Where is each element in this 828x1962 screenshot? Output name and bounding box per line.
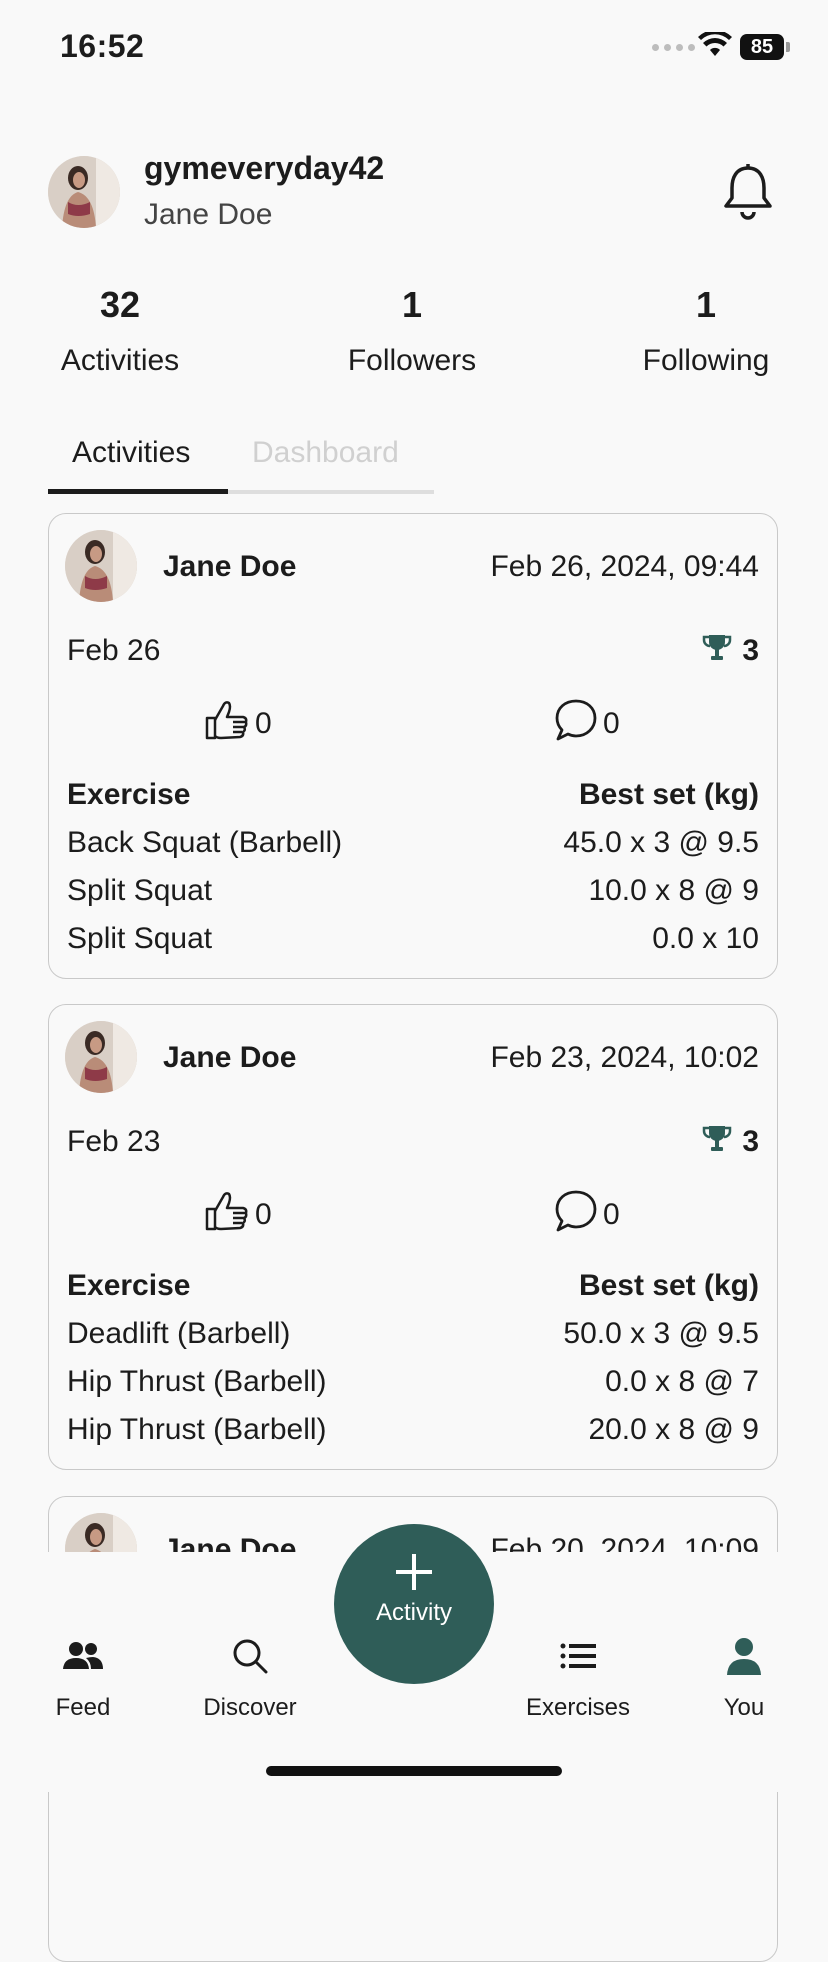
card-trophies: 3: [702, 1123, 759, 1161]
nav-discover[interactable]: Discover: [180, 1632, 320, 1722]
best-set-column-header: Best set (kg): [578, 778, 759, 811]
like-count: 0: [255, 1198, 272, 1231]
best-set: 0.0 x 8 @ 7: [605, 1365, 759, 1398]
like-count: 0: [255, 707, 272, 740]
people-icon: [13, 1632, 153, 1680]
stat-followers-label: Followers: [347, 344, 477, 377]
stat-following-label: Following: [642, 344, 770, 377]
exercise-name: Deadlift (Barbell): [67, 1317, 291, 1350]
exercise-name: Split Squat: [67, 922, 213, 955]
exercise-row: Hip Thrust (Barbell) 20.0 x 8 @ 9: [67, 1413, 759, 1447]
card-timestamp: Feb 23, 2024, 10:02: [490, 1041, 759, 1074]
stat-following-value: 1: [695, 284, 717, 325]
comment-count: 0: [603, 707, 620, 740]
stat-followers[interactable]: 1 Followers: [302, 284, 522, 378]
card-trophies: 3: [702, 632, 759, 670]
profile-display-name: Jane Doe: [144, 198, 273, 231]
battery-indicator: 85: [740, 34, 784, 60]
card-title: Feb 26: [67, 634, 161, 667]
nav-you[interactable]: You: [674, 1632, 814, 1722]
nav-you-label: You: [723, 1694, 765, 1721]
exercise-name: Hip Thrust (Barbell): [67, 1413, 327, 1446]
exercise-name: Split Squat: [67, 874, 213, 907]
nav-exercises[interactable]: Exercises: [508, 1632, 648, 1722]
comment-bubble-icon: [553, 698, 599, 750]
stat-followers-value: 1: [401, 284, 423, 325]
tab-active-indicator: [48, 489, 228, 494]
card-avatar[interactable]: [65, 1021, 137, 1093]
trophy-count: 3: [742, 634, 759, 667]
card-author-name[interactable]: Jane Doe: [163, 550, 296, 584]
comment-button[interactable]: 0: [553, 698, 620, 750]
cellular-signal-icon: [652, 44, 695, 51]
nav-feed[interactable]: Feed: [13, 1632, 153, 1722]
exercise-row: Back Squat (Barbell) 45.0 x 3 @ 9.5: [67, 826, 759, 860]
activity-card[interactable]: Jane Doe Feb 26, 2024, 09:44 Feb 26 3 0 …: [48, 513, 778, 979]
tab-activities[interactable]: Activities: [72, 436, 190, 470]
best-set: 20.0 x 8 @ 9: [588, 1413, 759, 1446]
comment-button[interactable]: 0: [553, 1189, 620, 1241]
best-set: 10.0 x 8 @ 9: [588, 874, 759, 907]
exercise-row: Deadlift (Barbell) 50.0 x 3 @ 9.5: [67, 1317, 759, 1351]
exercise-name: Hip Thrust (Barbell): [67, 1365, 327, 1398]
thumbs-up-icon: [203, 1189, 251, 1241]
profile-username: gymeveryday42: [144, 150, 385, 186]
card-author-name[interactable]: Jane Doe: [163, 1041, 296, 1075]
card-avatar[interactable]: [65, 530, 137, 602]
comment-bubble-icon: [553, 1189, 599, 1241]
add-activity-button[interactable]: Activity: [334, 1524, 494, 1684]
add-activity-label: Activity: [375, 1599, 452, 1626]
like-button[interactable]: 0: [203, 1189, 272, 1241]
card-timestamp: Feb 26, 2024, 09:44: [490, 550, 759, 583]
best-set-column-header: Best set (kg): [578, 1269, 759, 1302]
nav-discover-label: Discover: [203, 1694, 297, 1721]
notifications-bell-icon[interactable]: [720, 162, 776, 227]
best-set: 50.0 x 3 @ 9.5: [563, 1317, 759, 1350]
exercise-column-header: Exercise: [67, 1269, 191, 1302]
profile-avatar[interactable]: [48, 156, 120, 228]
battery-tip: [786, 42, 790, 52]
best-set: 0.0 x 10: [652, 922, 759, 955]
like-button[interactable]: 0: [203, 698, 272, 750]
exercise-column-header: Exercise: [67, 778, 191, 811]
list-icon: [508, 1632, 648, 1680]
exercise-row: Split Squat 0.0 x 10: [67, 922, 759, 956]
stat-activities-value: 32: [99, 284, 141, 325]
stat-activities-label: Activities: [60, 344, 180, 377]
search-icon: [180, 1632, 320, 1680]
trophy-icon: [702, 632, 732, 670]
trophy-count: 3: [742, 1125, 759, 1158]
stat-activities[interactable]: 32 Activities: [10, 284, 230, 378]
person-icon: [674, 1632, 814, 1680]
comment-count: 0: [603, 1198, 620, 1231]
exercise-row: Hip Thrust (Barbell) 0.0 x 8 @ 7: [67, 1365, 759, 1399]
home-indicator: [266, 1766, 562, 1776]
tab-divider: [228, 490, 434, 494]
nav-exercises-label: Exercises: [525, 1694, 631, 1721]
exercise-row: Split Squat 10.0 x 8 @ 9: [67, 874, 759, 908]
best-set: 45.0 x 3 @ 9.5: [563, 826, 759, 859]
thumbs-up-icon: [203, 698, 251, 750]
status-time: 16:52: [60, 28, 145, 64]
card-title: Feb 23: [67, 1125, 161, 1158]
activity-card[interactable]: Jane Doe Feb 23, 2024, 10:02 Feb 23 3 0 …: [48, 1004, 778, 1470]
wifi-icon: [698, 29, 732, 63]
tab-dashboard[interactable]: Dashboard: [252, 436, 399, 470]
plus-icon: [334, 1552, 494, 1597]
nav-feed-label: Feed: [55, 1694, 111, 1721]
stat-following[interactable]: 1 Following: [596, 284, 816, 378]
trophy-icon: [702, 1123, 732, 1161]
exercise-name: Back Squat (Barbell): [67, 826, 343, 859]
